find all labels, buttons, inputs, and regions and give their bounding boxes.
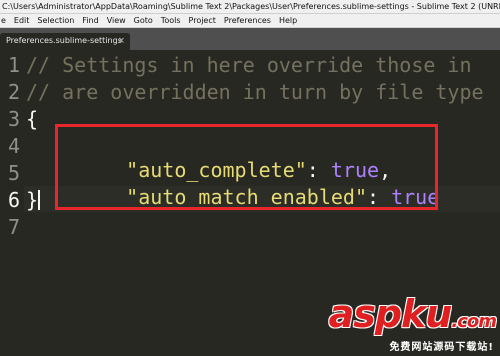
line-number: 2 (7, 80, 20, 104)
line-number-gutter: 1 2 3 4 5 6 7 (0, 50, 24, 356)
menu-help[interactable]: Help (275, 14, 301, 28)
menu-find[interactable]: Find (78, 14, 102, 28)
menu-tools[interactable]: Tools (157, 14, 185, 28)
line-number: 7 (7, 215, 20, 239)
code-line-close-brace: } (26, 188, 41, 212)
line-number: 4 (7, 134, 20, 158)
window-title: C:\Users\Administrator\AppData\Roaming\S… (0, 0, 500, 14)
menu-bar: e Edit Selection Find View Goto Tools Pr… (0, 14, 500, 28)
line-number: 5 (7, 161, 20, 185)
tab-strip: Preferences.sublime-settings × (0, 28, 500, 50)
watermark-logo: aspku.com (328, 292, 497, 336)
menu-view[interactable]: View (103, 14, 130, 28)
code-line-open-brace: { (26, 107, 39, 131)
tab-label: Preferences.sublime-settings (6, 36, 122, 45)
line-number: 1 (7, 53, 20, 77)
menu-edit[interactable]: Edit (10, 14, 34, 28)
line-number: 6 (7, 188, 20, 212)
menu-project[interactable]: Project (185, 14, 220, 28)
menu-goto[interactable]: Goto (130, 14, 157, 28)
line-number: 3 (7, 107, 20, 131)
close-brace: } (26, 188, 39, 212)
tab-preferences[interactable]: Preferences.sublime-settings × (0, 33, 130, 50)
watermark: aspku.com 免费网站源码下载站! (328, 290, 500, 356)
menu-file[interactable]: e (0, 14, 10, 28)
watermark-subtitle: 免费网站源码下载站! (389, 342, 494, 353)
code-line-comment-2: // are overridden in turn by file type (26, 80, 484, 104)
text-caret (38, 190, 41, 210)
close-icon[interactable]: × (117, 33, 125, 49)
menu-selection[interactable]: Selection (33, 14, 78, 28)
annotation-highlight-box (55, 124, 438, 210)
menu-preferences[interactable]: Preferences (220, 14, 275, 28)
code-line-comment-1: // Settings in here override those in (26, 53, 472, 77)
